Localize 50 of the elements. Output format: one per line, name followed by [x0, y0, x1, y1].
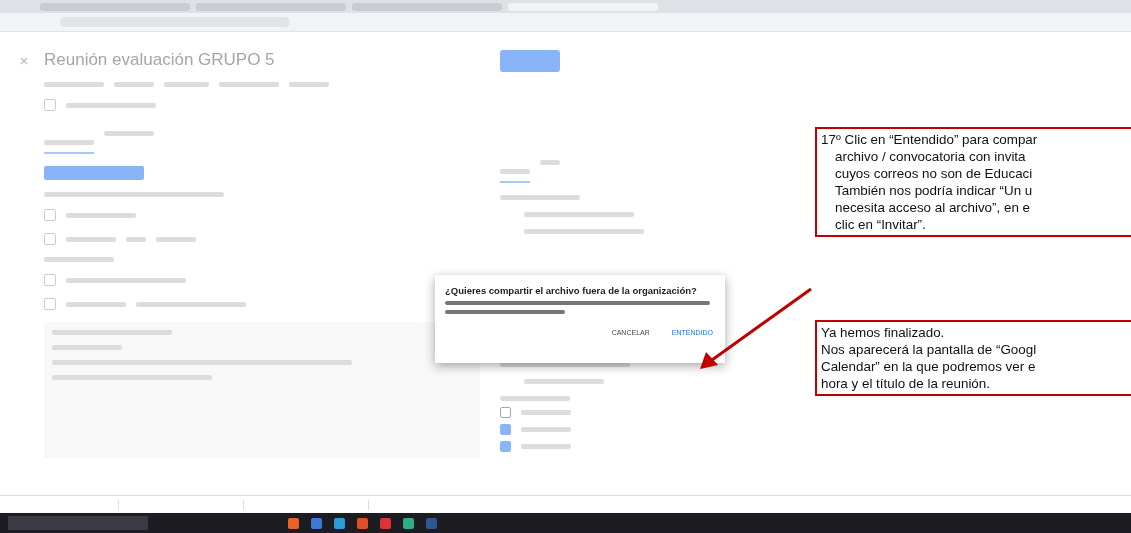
- annotation-text: clic en “Invitar”.: [834, 216, 927, 233]
- event-title: Reunión evaluación GRUPO 5: [44, 50, 275, 70]
- blurred-text: [164, 82, 209, 87]
- blurred-text: [219, 82, 279, 87]
- blurred-text: [521, 410, 571, 415]
- meet-button[interactable]: [44, 166, 144, 180]
- blurred-text: [44, 82, 104, 87]
- app-icon[interactable]: [357, 517, 368, 529]
- description-editor[interactable]: [44, 322, 480, 458]
- dialog-title: ¿Quieres compartir el archivo fuera de la organización?: [445, 285, 698, 296]
- briefcase-icon: [44, 298, 56, 310]
- location-icon: [44, 209, 56, 221]
- blurred-text: [66, 301, 126, 307]
- annotation-text: 17º Clic en “Entendido” para compar: [821, 131, 1039, 148]
- annotation-text: Ya hemos finalizado.: [821, 324, 946, 341]
- checkbox[interactable]: [500, 424, 511, 435]
- blurred-text: [156, 236, 196, 242]
- blurred-text: [104, 131, 154, 136]
- blurred-text: [114, 82, 154, 87]
- blurred-text: [44, 140, 94, 145]
- taskbar-search[interactable]: [8, 516, 148, 530]
- blurred-text: [540, 160, 560, 165]
- bell-icon: [44, 233, 56, 245]
- blurred-text: [500, 169, 530, 174]
- app-icon[interactable]: [380, 517, 391, 529]
- app-icon[interactable]: [334, 517, 345, 529]
- blurred-text: [66, 236, 116, 242]
- annotation-text: Nos aparecerá la pantalla de “Googl: [821, 341, 1038, 358]
- blurred-text: [289, 82, 329, 87]
- app-icon[interactable]: [311, 517, 322, 529]
- annotation-text: archivo / convocatoria con invita: [834, 148, 1027, 165]
- blurred-text: [44, 257, 114, 262]
- annotation-text: También nos podría indicar “Un u: [834, 182, 1034, 199]
- app-icon[interactable]: [403, 517, 414, 529]
- checkbox-icon[interactable]: [44, 99, 56, 111]
- save-button[interactable]: [500, 50, 560, 72]
- annotation-text: hora y el título de la reunión.: [821, 375, 991, 392]
- blurred-text: [521, 427, 571, 432]
- checkbox[interactable]: [500, 407, 511, 418]
- annotation-text: necesita acceso al archivo”, en e: [834, 199, 1031, 216]
- blurred-text: [52, 345, 122, 350]
- calendar-icon: [44, 274, 56, 286]
- blurred-text: [521, 444, 571, 449]
- checkbox[interactable]: [500, 441, 511, 452]
- blurred-text: [500, 396, 570, 401]
- app-icon[interactable]: [288, 517, 299, 529]
- annotation-text: cuyos correos no son de Educaci: [834, 165, 1034, 182]
- blurred-text: [66, 212, 136, 218]
- annotation-text: Calendar” en la que podremos ver e: [821, 358, 1037, 375]
- blurred-text: [126, 236, 146, 242]
